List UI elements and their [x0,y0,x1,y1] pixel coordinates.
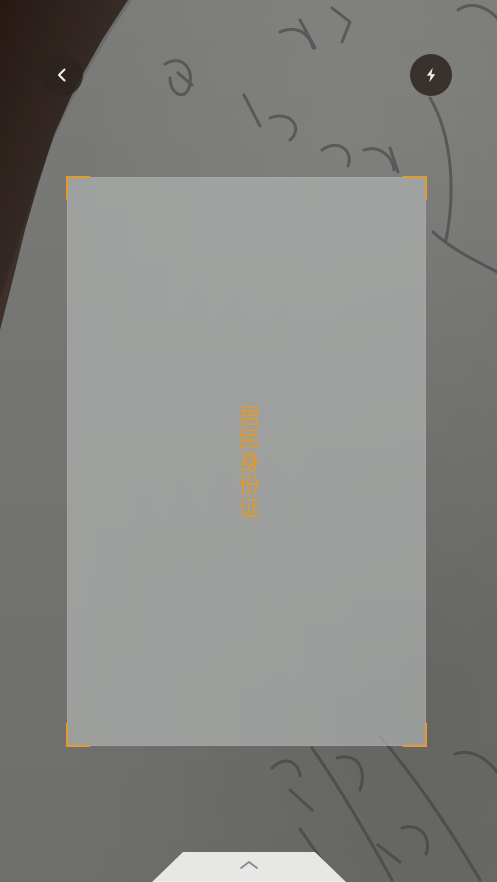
scan-frame-corner [403,723,427,747]
scan-frame-corner [66,723,90,747]
flash-toggle-button[interactable] [410,54,452,96]
chevron-left-icon [58,68,66,82]
id-card-scanner-screen: 居民身份证 [0,0,497,882]
scan-frame-corner [66,176,90,200]
scan-frame-corner [403,176,427,200]
bottom-sheet-handle[interactable] [152,852,346,882]
chevron-up-icon [240,861,258,869]
back-button[interactable] [41,54,83,96]
flash-icon [426,67,436,83]
id-card-type-label: 居民身份证 [234,404,260,519]
id-card-scan-frame: 居民身份证 [66,176,427,747]
